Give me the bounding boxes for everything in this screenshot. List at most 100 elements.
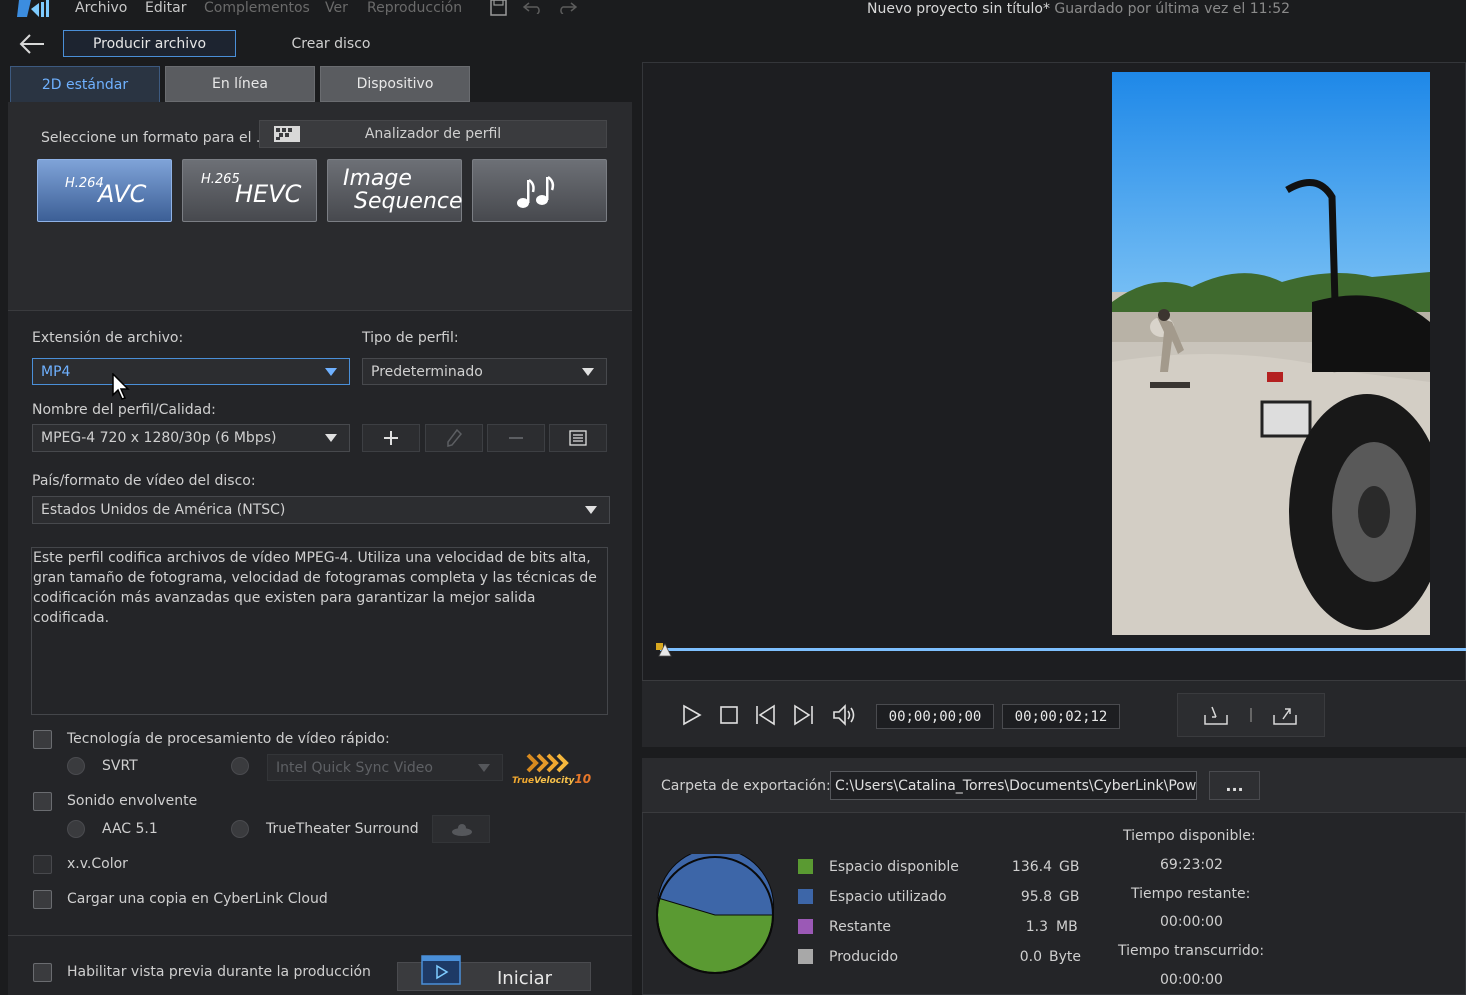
- browse-button[interactable]: ...: [1209, 771, 1260, 800]
- stop-icon[interactable]: [717, 703, 741, 727]
- redo-icon[interactable]: [557, 2, 577, 14]
- tab-2d-standard[interactable]: 2D estándar: [10, 66, 160, 102]
- legend-remaining-value: 1.3: [1025, 919, 1048, 935]
- saved-status: Guardado por última vez el 11:52: [1054, 1, 1291, 17]
- volume-icon[interactable]: [832, 703, 856, 727]
- produce-file-tab[interactable]: Producir archivo: [63, 30, 236, 57]
- codec-hevc-button[interactable]: H.265 HEVC: [182, 159, 317, 222]
- codec-avc-button[interactable]: H.264 AVC: [37, 159, 172, 222]
- elapsed-time-value: 00:00:00: [1160, 972, 1223, 988]
- xvcolor-checkbox[interactable]: [33, 855, 52, 874]
- list-icon: [569, 430, 587, 446]
- previous-frame-icon[interactable]: [754, 703, 778, 727]
- legend-remaining-swatch: [798, 919, 813, 934]
- export-frame-icon[interactable]: [1271, 703, 1299, 727]
- codec-image-sequence-button[interactable]: Image Sequence: [327, 159, 463, 222]
- produce-play-icon: [421, 955, 461, 985]
- elapsed-time-label: Tiempo transcurrido:: [1118, 943, 1265, 959]
- save-icon[interactable]: [490, 0, 508, 16]
- legend-available-value: 136.4: [1011, 859, 1052, 875]
- divider: [1250, 708, 1252, 722]
- truetheater-settings-button[interactable]: [432, 815, 490, 843]
- next-frame-icon[interactable]: [791, 703, 815, 727]
- file-extension-dropdown[interactable]: MP4: [32, 358, 350, 385]
- intel-quick-sync-dropdown[interactable]: Intel Quick Sync Video: [267, 754, 503, 781]
- fast-video-checkbox[interactable]: [33, 730, 52, 749]
- truevelocity-chevrons-icon: [526, 753, 569, 773]
- profile-name-dropdown[interactable]: MPEG-4 720 x 1280/30p (6 Mbps): [32, 424, 350, 452]
- intel-radio[interactable]: [231, 757, 249, 775]
- edit-profile-button[interactable]: [425, 424, 483, 452]
- create-disc-tab[interactable]: Crear disco: [276, 30, 386, 57]
- analyzer-label: Analizador de perfil: [364, 126, 502, 142]
- cloud-upload-checkbox[interactable]: [33, 890, 52, 909]
- profile-type-label: Tipo de perfil:: [362, 330, 459, 346]
- svrt-radio[interactable]: [67, 757, 85, 775]
- menu-archivo[interactable]: Archivo: [75, 0, 127, 16]
- snapshot-icon[interactable]: [1202, 703, 1230, 727]
- legend-produced-unit: Byte: [1049, 949, 1081, 965]
- country-format-value: Estados Unidos de América (NTSC): [41, 502, 286, 518]
- remove-profile-button[interactable]: [487, 424, 545, 452]
- add-profile-button[interactable]: [362, 424, 420, 452]
- legend-remaining-label: Restante: [829, 919, 892, 935]
- export-folder-path[interactable]: C:\Users\Catalina_Torres\Documents\Cyber…: [830, 771, 1197, 800]
- legend-remaining-unit: MB: [1056, 919, 1078, 935]
- window-title: Nuevo proyecto sin título* Guardado por …: [867, 1, 1290, 17]
- legend-used-value: 95.8: [1020, 889, 1052, 905]
- menu-ver[interactable]: Ver: [325, 0, 348, 16]
- truevelocity-text-a: True: [512, 776, 535, 786]
- profile-type-value: Predeterminado: [371, 363, 483, 380]
- svrt-label: SVRT: [102, 758, 138, 774]
- codec-image-line2: Sequence: [354, 189, 463, 214]
- preview-checkbox[interactable]: [33, 963, 52, 982]
- chevron-down-icon: [585, 506, 597, 514]
- remaining-time-label: Tiempo restante:: [1131, 886, 1251, 902]
- back-arrow-icon[interactable]: [18, 33, 46, 55]
- undo-icon[interactable]: [523, 2, 543, 14]
- legend-produced-value: 0.0: [1019, 949, 1042, 965]
- duration-display: 00;00;02;12: [1002, 704, 1120, 729]
- profile-details-button[interactable]: [549, 424, 607, 452]
- format-select-label: Seleccione un formato para el ...: [41, 130, 270, 146]
- truetheater-radio[interactable]: [231, 820, 249, 838]
- remaining-time-value: 00:00:00: [1160, 914, 1223, 930]
- seek-bar[interactable]: [660, 648, 1466, 651]
- profile-description: Este perfil codifica archivos de vídeo M…: [31, 547, 608, 715]
- profile-analyzer-button[interactable]: Analizador de perfil: [259, 120, 607, 148]
- codec-audio-button[interactable]: [472, 159, 607, 222]
- codec-avc-big: AVC: [98, 180, 147, 208]
- profile-type-dropdown[interactable]: Predeterminado: [362, 358, 607, 385]
- menu-complementos[interactable]: Complementos: [204, 0, 310, 16]
- surround-settings-icon: [452, 824, 472, 836]
- available-time-label: Tiempo disponible:: [1123, 828, 1256, 844]
- mouse-cursor-icon: [112, 373, 130, 400]
- profile-name-value: MPEG-4 720 x 1280/30p (6 Mbps): [41, 430, 277, 446]
- surround-checkbox[interactable]: [33, 792, 52, 811]
- music-notes-icon: [517, 175, 555, 208]
- menu-editar[interactable]: Editar: [145, 0, 186, 16]
- codec-hevc-small: H.265: [201, 172, 240, 187]
- country-format-dropdown[interactable]: Estados Unidos de América (NTSC): [32, 496, 610, 524]
- start-label: Iniciar: [497, 968, 553, 989]
- xvcolor-label: x.v.Color: [67, 856, 128, 872]
- country-format-label: País/formato de vídeo del disco:: [32, 473, 256, 489]
- file-extension-value: MP4: [41, 363, 71, 380]
- chevron-down-icon: [478, 764, 490, 772]
- seek-handle-icon[interactable]: [656, 643, 672, 657]
- play-icon[interactable]: [680, 703, 704, 727]
- start-button[interactable]: Iniciar: [397, 955, 591, 991]
- chevron-down-icon: [582, 368, 594, 376]
- project-name: Nuevo proyecto sin título*: [867, 1, 1050, 17]
- surround-label: Sonido envolvente: [67, 793, 198, 809]
- tab-online[interactable]: En línea: [165, 66, 315, 102]
- tab-device[interactable]: Dispositivo: [320, 66, 470, 102]
- truevelocity-text-b: Velocity: [534, 776, 575, 786]
- menu-reproduccion[interactable]: Reproducción: [367, 0, 462, 16]
- video-preview-image: [1112, 72, 1430, 635]
- legend-produced-swatch: [798, 949, 813, 964]
- minus-icon: [509, 437, 523, 439]
- aac-radio[interactable]: [67, 820, 85, 838]
- legend-available-label: Espacio disponible: [829, 859, 959, 875]
- plus-icon: [384, 431, 398, 445]
